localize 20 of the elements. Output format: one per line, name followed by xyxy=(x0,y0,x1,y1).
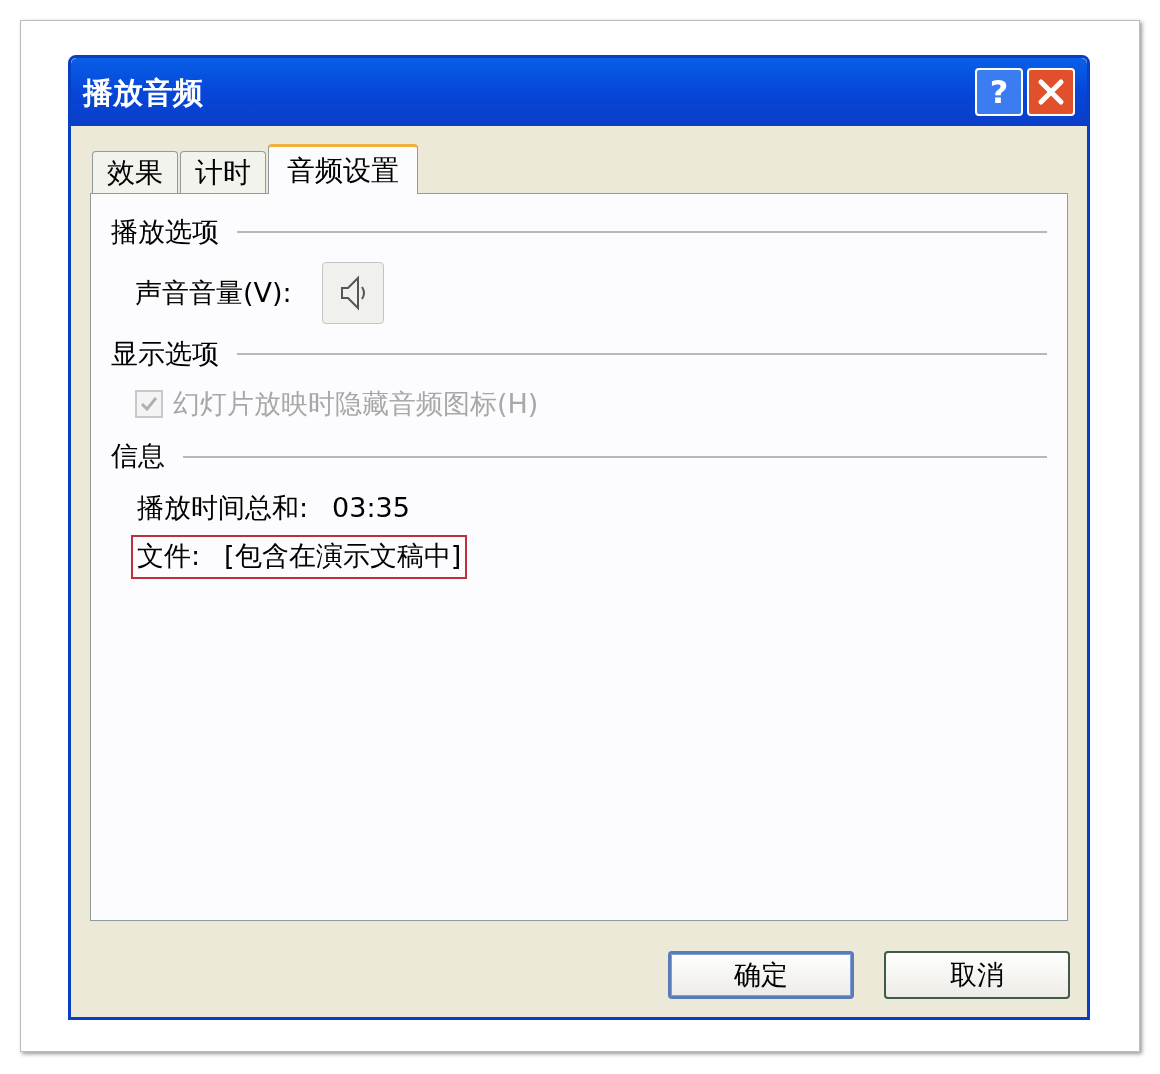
tab[interactable]: 效果 xyxy=(92,151,178,193)
volume-label: 声音音量(V): xyxy=(135,275,292,310)
volume-button[interactable] xyxy=(321,262,384,324)
group-heading: 播放选项 xyxy=(111,214,219,249)
close-button[interactable] xyxy=(1027,68,1075,116)
checkbox-label: 幻灯片放映时隐藏音频图标(H) xyxy=(173,387,539,421)
dialog-button[interactable]: 取消 xyxy=(884,951,1070,999)
info-label: 文件: xyxy=(137,539,201,574)
info-label: 播放时间总和: xyxy=(137,491,309,526)
window-title: 播放音频 xyxy=(83,73,204,112)
info-value: 03:35 xyxy=(332,491,410,526)
tab[interactable]: 音频设置 xyxy=(268,144,418,194)
tab[interactable]: 计时 xyxy=(180,151,266,193)
dialog-button[interactable]: 确定 xyxy=(668,951,854,999)
info-value: [包含在演示文稿中] xyxy=(224,539,462,574)
close-icon xyxy=(1036,77,1066,107)
check-icon xyxy=(140,396,158,413)
help-button[interactable]: ? xyxy=(975,68,1023,116)
group-heading: 显示选项 xyxy=(111,336,219,371)
group-heading: 信息 xyxy=(111,439,165,474)
